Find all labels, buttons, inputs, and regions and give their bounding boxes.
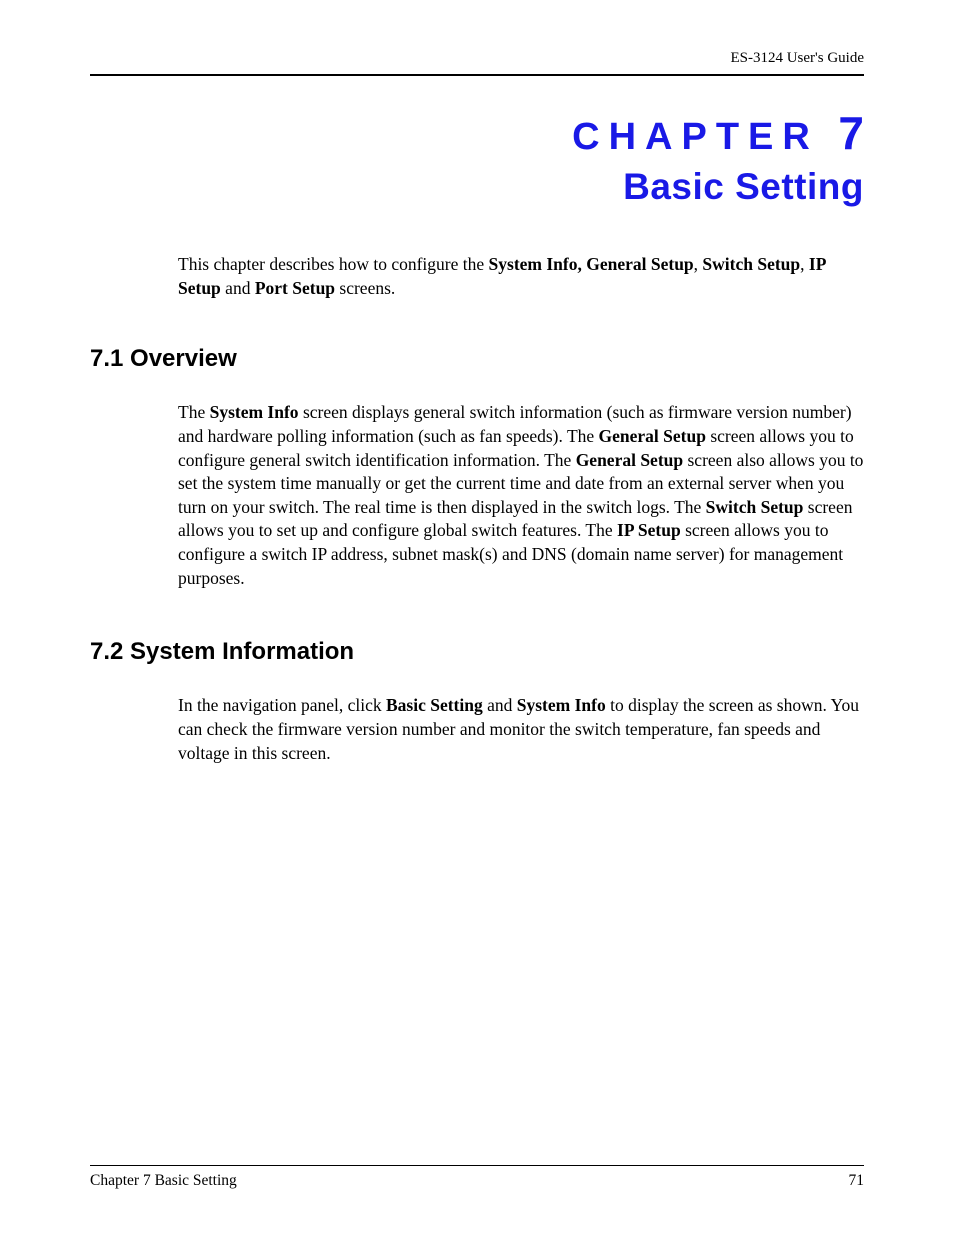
system-info-paragraph: In the navigation panel, click Basic Set… bbox=[178, 694, 864, 765]
chapter-number-line: CHAPTER 7 bbox=[90, 106, 864, 160]
footer-page-number: 71 bbox=[849, 1172, 865, 1190]
bold-run: IP Setup bbox=[617, 520, 681, 540]
section-heading-7-1: 7.1 Overview bbox=[90, 345, 864, 373]
bold-run: General Setup bbox=[599, 426, 706, 446]
guide-title: ES-3124 User's Guide bbox=[730, 50, 864, 66]
bold-run: System Info, General Setup bbox=[489, 254, 694, 274]
text-run: In the navigation panel, click bbox=[178, 695, 386, 715]
bold-run: Basic Setting bbox=[386, 695, 483, 715]
page-header: ES-3124 User's Guide bbox=[90, 50, 864, 76]
bold-run: System Info bbox=[517, 695, 606, 715]
chapter-label-word: CHAPTER bbox=[572, 116, 819, 158]
bold-run: System Info bbox=[210, 402, 299, 422]
chapter-heading: CHAPTER 7 Basic Setting bbox=[90, 106, 864, 208]
footer-chapter-label: Chapter 7 Basic Setting bbox=[90, 1172, 237, 1190]
bold-run: Switch Setup bbox=[706, 497, 804, 517]
text-run: screens. bbox=[335, 278, 395, 298]
text-run: This chapter describes how to configure … bbox=[178, 254, 489, 274]
bold-run: Switch Setup bbox=[702, 254, 800, 274]
chapter-title: Basic Setting bbox=[90, 166, 864, 208]
section-heading-7-2: 7.2 System Information bbox=[90, 638, 864, 666]
intro-paragraph: This chapter describes how to configure … bbox=[178, 253, 864, 300]
text-run: and bbox=[221, 278, 255, 298]
text-run: and bbox=[483, 695, 517, 715]
text-run: , bbox=[800, 254, 809, 274]
bold-run: General Setup bbox=[576, 450, 683, 470]
text-run: The bbox=[178, 402, 210, 422]
bold-run: Port Setup bbox=[255, 278, 335, 298]
chapter-number: 7 bbox=[838, 107, 864, 159]
page-footer: Chapter 7 Basic Setting 71 bbox=[90, 1165, 864, 1190]
overview-paragraph: The System Info screen displays general … bbox=[178, 401, 864, 590]
